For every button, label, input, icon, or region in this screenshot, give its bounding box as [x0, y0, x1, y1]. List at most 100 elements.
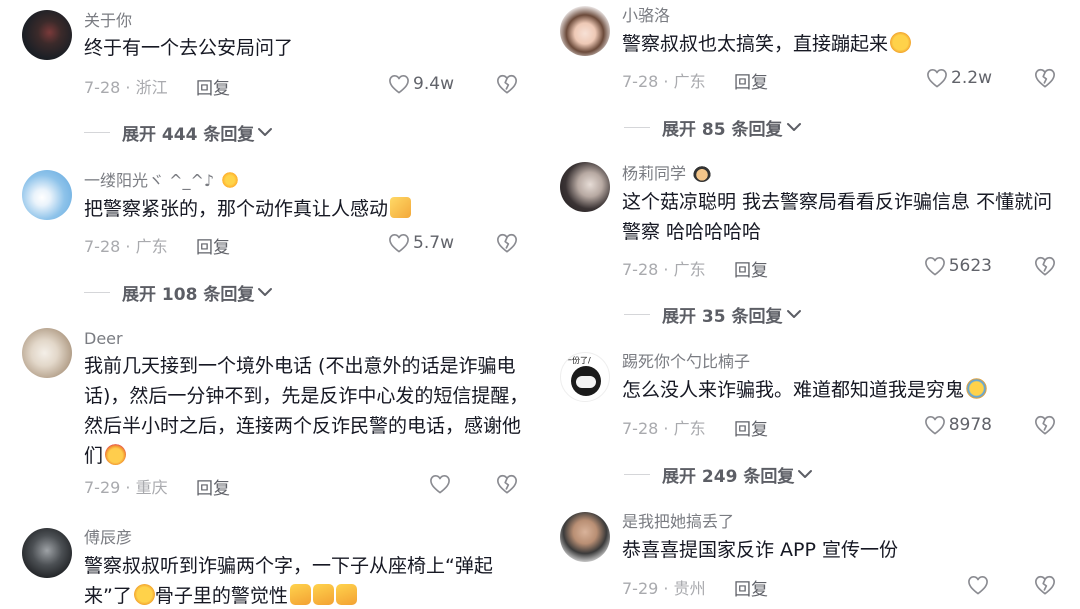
comment-date-location: 7-28 · 广东: [84, 237, 168, 256]
heart-outline-icon: [967, 575, 989, 595]
username[interactable]: 是我把她搞丢了: [622, 512, 734, 532]
like-count: 8978: [948, 415, 992, 435]
like-button[interactable]: [429, 471, 454, 497]
comment-text: 警察叔叔听到诈骗两个字，一下子从座椅上“弹起来”了 骨子里的警觉性: [84, 551, 529, 609]
comment-date-location: 7-28 · 广东: [622, 260, 706, 279]
comment-meta: 7-29 · 贵州 回复: [622, 572, 1062, 600]
broken-heart-icon[interactable]: [1034, 255, 1056, 277]
like-button[interactable]: 5623: [924, 253, 992, 279]
username[interactable]: 踢死你个勺比楠子: [622, 352, 750, 372]
username[interactable]: 傅辰彦: [84, 528, 132, 548]
sun-emoji-icon: [221, 171, 240, 189]
broken-heart-icon[interactable]: [496, 473, 518, 495]
comment-date-location: 7-28 · 广东: [622, 72, 706, 91]
expand-replies-label: 展开 444 条回复: [122, 124, 255, 145]
hand-heart-emoji-icon: [390, 197, 412, 218]
broken-heart-icon[interactable]: [496, 232, 518, 254]
comment-text-body: 把警察紧张的，那个动作真让人感动: [84, 198, 389, 220]
avatar[interactable]: [22, 528, 72, 578]
chevron-down-icon: [785, 307, 803, 321]
like-button[interactable]: 9.4w: [388, 71, 454, 97]
expand-replies-label: 展开 249 条回复: [662, 466, 795, 487]
avatar[interactable]: 一份了/: [560, 352, 610, 402]
broken-heart-icon[interactable]: [1034, 574, 1056, 596]
heart-outline-icon: [926, 68, 948, 88]
expand-replies-button[interactable]: 展开 444 条回复: [84, 120, 274, 145]
like-count: 9.4w: [413, 74, 454, 94]
comment-meta: 7-29 · 重庆 回复: [84, 471, 524, 499]
username-text: 一缕阳光ヾ ^_^♪: [84, 171, 215, 190]
thumbs-up-emoji-icon: [289, 584, 311, 605]
like-button[interactable]: [967, 572, 992, 598]
heart-outline-icon: [924, 256, 946, 276]
like-count: 5.7w: [413, 233, 454, 253]
reply-button[interactable]: 回复: [734, 575, 768, 600]
avatar[interactable]: [22, 170, 72, 220]
divider-line: [624, 126, 650, 128]
comment-text: 终于有一个去公安局问了: [84, 37, 294, 59]
avatar-sticker-text: 一份了/: [564, 356, 591, 365]
reply-button[interactable]: 回复: [734, 68, 768, 93]
like-button[interactable]: 8978: [924, 412, 992, 438]
crying-emoji-icon: [966, 378, 988, 399]
expand-replies-button[interactable]: 展开 35 条回复: [624, 302, 803, 327]
comment-column-left: 关于你 终于有一个去公安局问了 7-28 · 浙江 回复 9.4w 展开 444…: [0, 0, 540, 609]
comment-text-body: 我前几天接到一个境外电话 (不出意外的话是诈骗电话)，然后一分钟不到，先是反诈中…: [84, 355, 529, 467]
avatar[interactable]: [560, 512, 610, 562]
like-count: 2.2w: [951, 68, 992, 88]
laughing-emoji-icon: [133, 584, 155, 605]
username-text: 杨莉同学: [622, 164, 687, 183]
panda-mouth-shape: [576, 376, 596, 388]
heart-outline-icon: [388, 233, 410, 253]
comment-date-location: 7-29 · 贵州: [622, 579, 706, 598]
username[interactable]: 一缕阳光ヾ ^_^♪: [84, 171, 240, 191]
reply-button[interactable]: 回复: [196, 474, 230, 499]
graduate-emoji-icon: [693, 164, 712, 182]
reply-button[interactable]: 回复: [734, 256, 768, 281]
comment-text: 把警察紧张的，那个动作真让人感动: [84, 194, 529, 224]
reply-button[interactable]: 回复: [196, 74, 230, 99]
expand-replies-button[interactable]: 展开 249 条回复: [624, 462, 814, 487]
comment-text: 这个菇凉聪明 我去警察局看看反诈骗信息 不懂就问警察 哈哈哈哈哈: [622, 191, 1053, 243]
username[interactable]: 小骆洛: [622, 6, 670, 26]
expand-replies-label: 展开 35 条回复: [662, 306, 783, 327]
expand-replies-label: 展开 108 条回复: [122, 284, 255, 305]
comment-date-location: 7-29 · 重庆: [84, 478, 168, 497]
thumbs-up-emoji-icon: [312, 584, 334, 605]
broken-heart-icon[interactable]: [496, 73, 518, 95]
thumbs-up-emoji-icon: [335, 584, 357, 605]
username[interactable]: 杨莉同学: [622, 164, 712, 184]
comment-meta: 7-28 · 广东 回复 5.7w: [84, 230, 524, 258]
like-button[interactable]: 2.2w: [926, 65, 992, 91]
comment-text: 我前几天接到一个境外电话 (不出意外的话是诈骗电话)，然后一分钟不到，先是反诈中…: [84, 351, 529, 471]
like-button[interactable]: 5.7w: [388, 230, 454, 256]
avatar[interactable]: [22, 328, 72, 378]
comment-meta: 7-28 · 广东 回复 8978: [622, 412, 1062, 440]
username[interactable]: 关于你: [84, 11, 132, 31]
comment-meta: 7-28 · 广东 回复 5623: [622, 253, 1062, 281]
comment-meta: 7-28 · 浙江 回复 9.4w: [84, 71, 524, 99]
expand-replies-button[interactable]: 展开 108 条回复: [84, 280, 274, 305]
comment-text: 怎么没人来诈骗我。难道都知道我是穷鬼: [622, 375, 1070, 405]
avatar[interactable]: [22, 10, 72, 60]
reply-button[interactable]: 回复: [734, 415, 768, 440]
hugging-face-emoji-icon: [105, 444, 127, 465]
chevron-down-icon: [256, 285, 274, 299]
like-count: 5623: [948, 256, 992, 276]
comment-text-tail: 骨子里的警觉性: [154, 585, 288, 607]
expand-replies-button[interactable]: 展开 85 条回复: [624, 115, 803, 140]
chevron-down-icon: [785, 120, 803, 134]
broken-heart-icon[interactable]: [1034, 414, 1056, 436]
broken-heart-icon[interactable]: [1034, 67, 1056, 89]
heart-outline-icon: [429, 474, 451, 494]
divider-line: [624, 473, 650, 475]
reply-button[interactable]: 回复: [196, 233, 230, 258]
comment-text-body: 警察叔叔也太搞笑，直接蹦起来: [622, 33, 889, 55]
username[interactable]: Deer: [84, 329, 123, 349]
comment-text: 恭喜喜提国家反诈 APP 宣传一份: [622, 539, 898, 561]
heart-outline-icon: [388, 74, 410, 94]
comment-meta: 7-28 · 广东 回复 2.2w: [622, 65, 1062, 93]
avatar[interactable]: [560, 6, 610, 56]
avatar[interactable]: [560, 162, 610, 212]
comment-text-body: 怎么没人来诈骗我。难道都知道我是穷鬼: [622, 379, 965, 401]
